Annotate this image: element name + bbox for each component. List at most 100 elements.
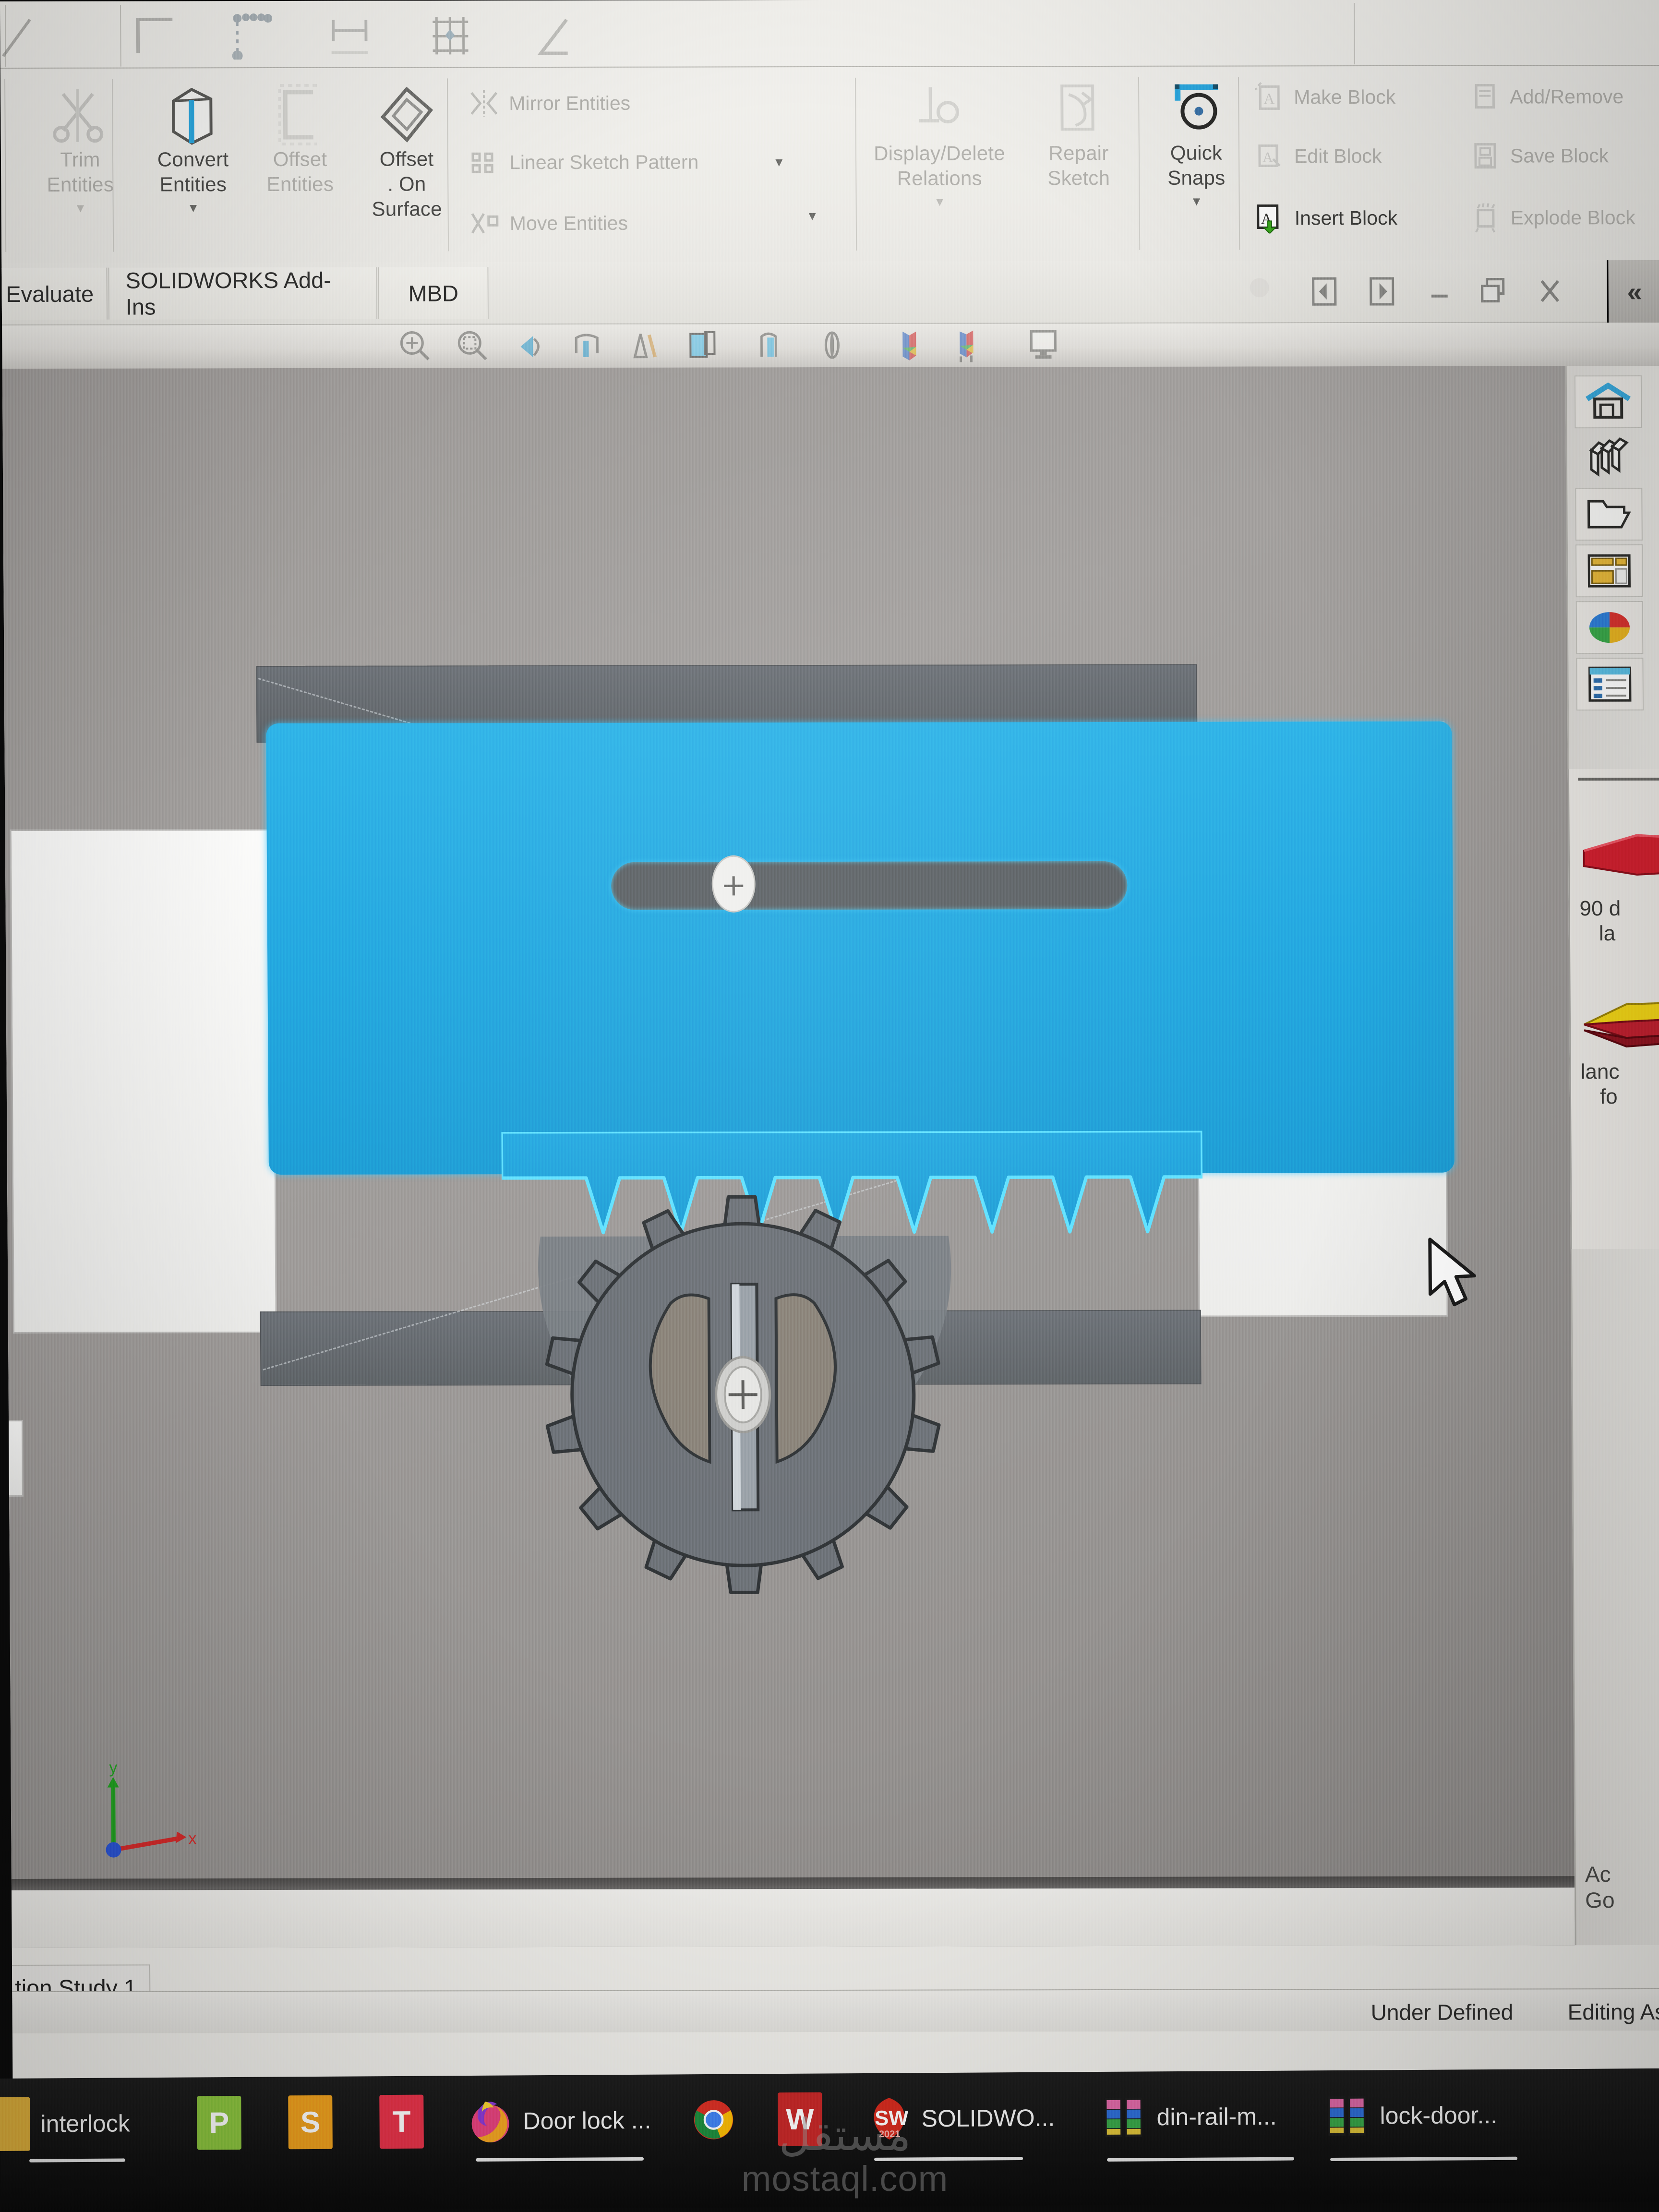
zoom-to-area-icon[interactable]: [453, 327, 491, 365]
rectangle-corner-icon[interactable]: [132, 12, 179, 60]
graphics-viewport[interactable]: y x *Front: [2, 366, 1575, 1948]
taskbar-item-interlock[interactable]: interlock: [0, 2087, 130, 2160]
minimize-button[interactable]: [1418, 271, 1461, 312]
rack-and-pinion-assembly[interactable]: y x: [2, 366, 1575, 1948]
quick-snaps-button[interactable]: Quick Snaps ▾: [1150, 77, 1242, 209]
restore-next-button[interactable]: [1360, 271, 1404, 312]
image-thumb-icon: [1102, 2090, 1146, 2144]
apply-scene-icon[interactable]: [890, 327, 927, 364]
display-style-icon[interactable]: [684, 327, 721, 364]
previous-view-icon[interactable]: [511, 327, 548, 365]
rack-body[interactable]: [266, 721, 1455, 1175]
text-editor-icon: T: [379, 2094, 424, 2149]
tab-solidworks-addins[interactable]: SOLIDWORKS Add-Ins: [108, 267, 378, 320]
task-pane-footer-line1: Ac: [1585, 1862, 1611, 1887]
mirror-entities-label: Mirror Entities: [509, 92, 631, 114]
move-entities-item[interactable]: Move Entities: [469, 208, 628, 239]
add-remove-block-item[interactable]: Add/Remove: [1469, 81, 1623, 112]
origin-triad: y x: [106, 1759, 196, 1858]
taskbar-item-lock-door[interactable]: lock-door...: [1325, 2079, 1497, 2152]
status-bar: Under Defined Editing As: [12, 1988, 1659, 2033]
grid-snap-icon[interactable]: [430, 11, 476, 59]
diagonal-line-icon[interactable]: [0, 12, 47, 60]
display-delete-relations-button[interactable]: Display/Delete Relations ▾: [867, 77, 1012, 210]
taskbar-item-din-rail-label: din-rail-m...: [1156, 2103, 1277, 2131]
taskbar-item-powerpoint[interactable]: P: [197, 2087, 241, 2159]
edit-block-item[interactable]: A Edit Block: [1254, 141, 1382, 171]
ribbon-body: Trim Entities ▾ Convert Entities ▾ Offse…: [0, 67, 1659, 263]
firefox-icon: [468, 2094, 513, 2148]
svg-text:A: A: [1263, 90, 1274, 107]
quick-snaps-label-1: Quick: [1170, 141, 1223, 164]
linear-sketch-pattern-item[interactable]: Linear Sketch Pattern ▾: [469, 146, 783, 178]
taskbar-item-text-editor[interactable]: T: [379, 2086, 424, 2158]
move-entities-caret[interactable]: ▾: [809, 207, 816, 224]
move-entities-icon: [469, 208, 500, 239]
section-view-icon[interactable]: [568, 327, 606, 365]
solidworks-resources-home-icon[interactable]: [1574, 375, 1642, 429]
watermark-arabic: مستقل: [779, 2111, 911, 2160]
restore-previous-button[interactable]: [1302, 271, 1346, 312]
slot-center-point[interactable]: [694, 847, 771, 929]
edit-appearance-icon[interactable]: [813, 327, 851, 364]
design-library-icon[interactable]: [1575, 431, 1643, 484]
status-sketch-state: Under Defined: [1370, 1999, 1514, 2025]
mostaql-watermark: مستقل mostaql.com: [691, 2112, 998, 2200]
convert-entities-icon: [137, 84, 248, 147]
view-palette-icon[interactable]: [1575, 544, 1643, 598]
task-pane-card-2-line2: fo: [1599, 1085, 1618, 1109]
angle-dimension-icon[interactable]: [533, 11, 579, 59]
task-pane-card-1-line2: la: [1599, 922, 1616, 946]
offset-on-surface-label-2: . On: [387, 172, 426, 195]
mirror-entities-item[interactable]: Mirror Entities: [469, 88, 630, 119]
tab-mbd[interactable]: MBD: [378, 267, 489, 319]
add-remove-block-label: Add/Remove: [1510, 85, 1624, 108]
offset-entities-button[interactable]: Offset Entities: [244, 84, 355, 197]
convert-entities-label-1: Convert: [157, 148, 229, 171]
task-pane-card-2[interactable]: lanc fo: [1580, 990, 1659, 1109]
make-block-item[interactable]: A Make Block: [1253, 82, 1395, 113]
view-settings-icon[interactable]: [950, 326, 987, 364]
viewport-icon[interactable]: [1024, 326, 1062, 364]
linear-dimension-icon[interactable]: [326, 12, 373, 60]
dimension-chain-icon[interactable]: [226, 12, 273, 61]
tab-evaluate[interactable]: Evaluate: [0, 267, 108, 320]
insert-block-item[interactable]: A Insert Block: [1254, 203, 1398, 234]
collapse-task-pane-button[interactable]: «: [1607, 260, 1659, 323]
view-orientation-icon[interactable]: [626, 327, 663, 365]
save-block-label: Save Block: [1510, 144, 1609, 167]
restore-down-button[interactable]: [1471, 271, 1515, 312]
task-pane-footer[interactable]: Ac Go: [1575, 1861, 1659, 2077]
trim-entities-label-2: Entities: [47, 173, 114, 196]
zoom-to-fit-icon[interactable]: [396, 327, 433, 365]
taskbar-item-firefox[interactable]: Door lock ...: [468, 2084, 651, 2157]
save-block-item[interactable]: Save Block: [1470, 140, 1609, 171]
hide-show-items-icon[interactable]: [751, 327, 788, 364]
smudge-dot: [1250, 278, 1269, 298]
offset-on-surface-button[interactable]: Offset . On Surface: [351, 83, 462, 221]
appearances-scenes-decals-icon[interactable]: [1575, 601, 1644, 654]
convert-entities-caret[interactable]: ▾: [138, 200, 249, 216]
linear-sketch-pattern-caret[interactable]: ▾: [775, 154, 782, 170]
trim-entities-caret[interactable]: ▾: [25, 200, 136, 216]
task-pane-card-1[interactable]: 90 d la: [1579, 822, 1659, 946]
taskbar-item-sketchup[interactable]: S: [288, 2086, 333, 2159]
trim-entities-icon: [24, 84, 135, 147]
display-delete-relations-caret[interactable]: ▾: [867, 194, 1011, 210]
close-button[interactable]: [1528, 271, 1572, 311]
taskbar-item-din-rail[interactable]: din-rail-m...: [1102, 2080, 1277, 2153]
pinion-gear[interactable]: [502, 1144, 1148, 1683]
rack-slot[interactable]: [611, 861, 1128, 910]
custom-properties-icon[interactable]: [1576, 658, 1644, 711]
quick-snaps-caret[interactable]: ▾: [1151, 193, 1242, 209]
generic-window-icon: [0, 2097, 30, 2152]
convert-entities-button[interactable]: Convert Entities ▾: [137, 84, 249, 216]
image-thumb-icon-2: [1325, 2089, 1370, 2143]
file-explorer-folder-icon[interactable]: [1575, 488, 1643, 541]
explode-block-item[interactable]: Explode Block: [1470, 202, 1635, 233]
offset-on-surface-icon: [351, 83, 462, 146]
repair-sketch-button[interactable]: Repair Sketch: [1023, 77, 1134, 191]
quick-snaps-label-2: Snaps: [1167, 166, 1226, 189]
trim-entities-button[interactable]: Trim Entities ▾: [24, 84, 136, 216]
task-pane-content[interactable]: 90 d la lanc fo: [1567, 769, 1659, 1250]
